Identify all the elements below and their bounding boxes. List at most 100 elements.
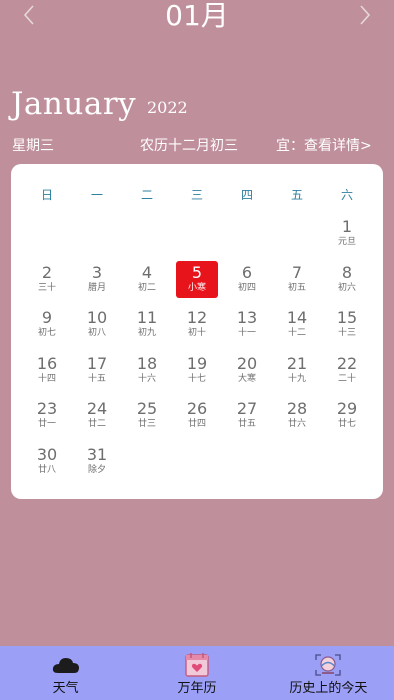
lunar-day-label: 十一 <box>237 328 256 338</box>
calendar-day[interactable]: 22 二十 <box>326 352 368 389</box>
day-number: 14 <box>286 308 308 327</box>
calendar-day[interactable]: 29 廿七 <box>326 397 368 434</box>
bottom-tab-bar: 天气 万年历 历史上的今天 <box>0 646 394 700</box>
day-number: 16 <box>36 353 58 373</box>
tab-calendar[interactable]: 万年历 <box>131 646 262 700</box>
day-number: 20 <box>236 353 258 373</box>
calendar-day[interactable]: 19 十七 <box>176 352 218 389</box>
calendar-day-today[interactable]: 5 小寒 <box>176 260 218 298</box>
calendar-day[interactable]: 13 十一 <box>226 306 268 343</box>
lunar-day-label: 初五 <box>287 282 306 293</box>
calendar-day[interactable]: 31 除夕 <box>76 443 118 480</box>
week-header-sun: 日 <box>40 188 53 202</box>
calendar-card: 日 一 二 三 四 五 六 1 元旦 2 三十 3 腊月 4 初二 5 小寒 6 初四 7 初五 8 初六 9 初… <box>11 164 383 499</box>
calendar-day[interactable]: 4 初二 <box>126 261 168 298</box>
lunar-day-label: 廿二 <box>87 419 106 429</box>
calendar-day[interactable]: 7 初五 <box>276 261 318 298</box>
lunar-date-label: 农历十二月初三 <box>140 138 238 154</box>
calendar-day[interactable]: 16 十四 <box>26 352 68 389</box>
week-header-thu: 四 <box>240 188 253 202</box>
next-month-button[interactable] <box>353 2 377 28</box>
day-number: 4 <box>141 262 153 282</box>
lunar-day-label: 十九 <box>287 373 306 384</box>
chevron-right-icon <box>360 5 371 25</box>
lunar-day-label: 十七 <box>187 373 206 384</box>
tab-weather-label: 天气 <box>52 681 79 696</box>
calendar-day[interactable]: 20 大寒 <box>226 352 268 389</box>
day-number: 5 <box>191 262 203 282</box>
yi-details-link[interactable]: 宜：查看详情> <box>276 135 372 155</box>
english-month: January <box>11 86 137 122</box>
calendar-day[interactable]: 21 十九 <box>276 352 318 389</box>
history-icon <box>315 654 341 676</box>
day-number: 31 <box>86 444 108 464</box>
lunar-day-label: 初四 <box>237 282 256 293</box>
lunar-day-label: 腊月 <box>87 282 106 293</box>
day-number: 17 <box>86 353 108 373</box>
lunar-day-label: 小寒 <box>187 282 206 293</box>
tab-weather[interactable]: 天气 <box>0 646 131 700</box>
tab-history-label: 历史上的今天 <box>289 681 368 696</box>
day-number: 13 <box>236 308 258 327</box>
calendar-day[interactable]: 15 十三 <box>326 306 368 343</box>
calendar-day[interactable]: 6 初四 <box>226 261 268 298</box>
day-number: 1 <box>341 217 353 236</box>
lunar-day-label: 初六 <box>337 282 356 293</box>
day-number: 15 <box>336 308 358 327</box>
year-label: 2022 <box>147 98 188 117</box>
week-header-wed: 三 <box>190 188 203 202</box>
lunar-day-label: 十四 <box>37 373 56 384</box>
tab-history-today[interactable]: 历史上的今天 <box>263 646 394 700</box>
day-number: 29 <box>336 399 358 418</box>
calendar-day[interactable]: 17 十五 <box>76 352 118 389</box>
day-number: 19 <box>186 353 208 373</box>
week-header-tue: 二 <box>140 188 153 202</box>
lunar-day-label: 廿七 <box>337 419 356 429</box>
day-number: 25 <box>136 399 158 418</box>
calendar-icon <box>185 653 209 677</box>
calendar-day[interactable]: 9 初七 <box>26 306 68 343</box>
calendar-day[interactable]: 1 元旦 <box>326 215 368 252</box>
calendar-day[interactable]: 25 廿三 <box>126 397 168 434</box>
calendar-day[interactable]: 18 十六 <box>126 352 168 389</box>
calendar-day[interactable]: 3 腊月 <box>76 261 118 298</box>
day-number: 12 <box>186 308 208 327</box>
week-header-fri: 五 <box>290 188 303 202</box>
lunar-day-label: 三十 <box>37 282 56 293</box>
calendar-day[interactable]: 30 廿八 <box>26 443 68 480</box>
day-number: 26 <box>186 399 208 418</box>
day-number: 9 <box>41 308 53 327</box>
tab-calendar-label: 万年历 <box>177 681 217 696</box>
day-number: 24 <box>86 399 108 418</box>
calendar-day[interactable]: 10 初八 <box>76 306 118 343</box>
lunar-day-label: 初十 <box>187 328 206 338</box>
calendar-day[interactable]: 26 廿四 <box>176 397 218 434</box>
day-number: 11 <box>136 308 158 327</box>
lunar-day-label: 初二 <box>137 282 156 293</box>
day-number: 28 <box>286 399 308 418</box>
lunar-day-label: 十二 <box>287 328 306 338</box>
calendar-day[interactable]: 23 廿一 <box>26 397 68 434</box>
calendar-day[interactable]: 27 廿五 <box>226 397 268 434</box>
day-number: 21 <box>286 353 308 373</box>
calendar-day[interactable]: 8 初六 <box>326 261 368 298</box>
calendar-day[interactable]: 28 廿六 <box>276 397 318 434</box>
day-number: 8 <box>341 262 353 282</box>
calendar-day[interactable]: 12 初十 <box>176 306 218 343</box>
week-header-sat: 六 <box>340 188 353 202</box>
calendar-day[interactable]: 24 廿二 <box>76 397 118 434</box>
day-number: 27 <box>236 399 258 418</box>
month-title: 01月 <box>165 0 229 32</box>
calendar-day[interactable]: 14 十二 <box>276 306 318 343</box>
lunar-day-label: 二十 <box>337 373 356 384</box>
day-number: 23 <box>36 399 58 418</box>
day-number: 3 <box>91 262 103 282</box>
lunar-day-label: 大寒 <box>237 373 256 384</box>
lunar-day-label: 十六 <box>137 373 156 384</box>
lunar-day-label: 初九 <box>137 328 156 338</box>
calendar-day[interactable]: 11 初九 <box>126 306 168 343</box>
day-number: 6 <box>241 262 253 282</box>
lunar-day-label: 廿四 <box>187 419 206 429</box>
day-number: 22 <box>336 353 358 373</box>
calendar-day[interactable]: 2 三十 <box>26 261 68 298</box>
